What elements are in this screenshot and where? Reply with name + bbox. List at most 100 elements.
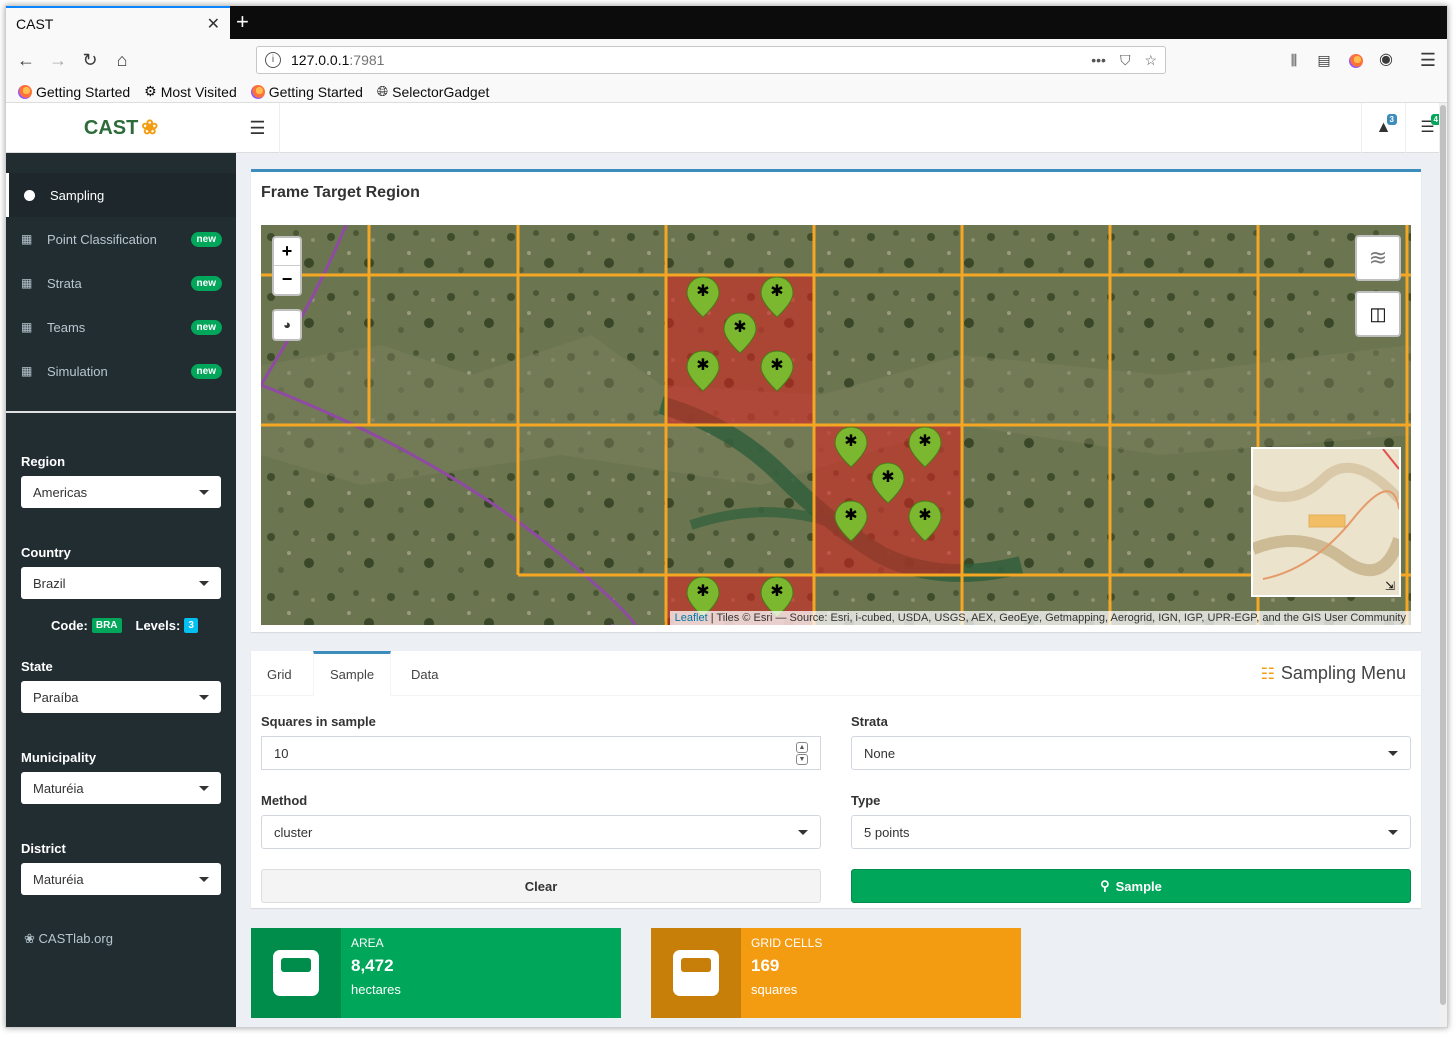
globe-icon: ◕ <box>283 317 291 332</box>
pocket-icon[interactable]: ⛉ <box>1120 52 1131 69</box>
bookmark-star-icon[interactable]: ☆ <box>1144 52 1157 69</box>
grid-cells-info-box: GRID CELLS 169 squares <box>651 928 1021 1018</box>
sidebar-item-sampling[interactable]: Sampling <box>6 173 236 217</box>
grid-icon: ▦ <box>21 232 33 246</box>
new-tab-icon[interactable]: + <box>236 10 249 34</box>
spin-down-icon[interactable]: ▼ <box>796 753 808 765</box>
url-bar[interactable]: i 127.0.0.1 :7981 ••• ⛉ ☆ <box>256 46 1166 74</box>
browser-navbar: ← → ↻ ⌂ i 127.0.0.1 :7981 ••• ⛉ ☆ ⫼ ▤ ◉ … <box>6 39 1447 81</box>
number-spinner[interactable]: ▲ ▼ <box>796 741 808 765</box>
scale-icon <box>651 928 741 1018</box>
svg-text:✱: ✱ <box>881 469 894 486</box>
type-select[interactable]: 5 points <box>851 815 1411 849</box>
levels-label: Levels: <box>135 618 181 633</box>
sidebar-item-point-classification[interactable]: ▦ Point Classification new <box>6 217 236 261</box>
sidebar-item-label: Point Classification <box>47 231 157 247</box>
bookmarks-bar: Getting Started ⚙ Most Visited Getting St… <box>6 81 1447 103</box>
sampling-menu-panel: Grid Sample Data ☷ Sampling Menu Squares… <box>251 651 1421 908</box>
app-logo: CAST ❀ <box>83 117 159 139</box>
bookmark-selectorgadget[interactable]: 🌐︎ SelectorGadget <box>377 83 490 100</box>
region-select[interactable]: Americas <box>21 476 221 508</box>
bookmark-label: Getting Started <box>36 83 131 100</box>
levels-badge: 3 <box>184 618 198 633</box>
caret-down-icon <box>199 694 209 700</box>
svg-text:✱: ✱ <box>844 433 857 450</box>
bookmark-getting-started[interactable]: Getting Started <box>18 84 130 100</box>
map[interactable]: ✱ ✱ ✱ ✱ ✱ ✱ ✱ ✱ ✱ ✱ ✱ ✱ + − ◕ ≋ ◫ ⇲ Leaf… <box>261 225 1411 625</box>
alerts-count-badge: 3 <box>1386 114 1397 125</box>
tab-sample[interactable]: Sample <box>313 651 392 696</box>
sidebar-toggle-button[interactable]: ☰ <box>236 103 280 153</box>
sliders-icon: ☷ <box>1260 665 1275 683</box>
grid-cells-label: GRID CELLS <box>751 936 823 950</box>
map-marker-icon: ⚲ <box>1100 878 1110 893</box>
caret-down-icon <box>1388 829 1398 835</box>
minimap-toggle-icon[interactable]: ⇲ <box>1385 579 1395 593</box>
layers-button[interactable]: ≋ <box>1355 235 1401 281</box>
sample-button-label: Sample <box>1115 878 1162 894</box>
state-select[interactable]: Paraíba <box>21 681 221 713</box>
strata-select[interactable]: None <box>851 736 1411 770</box>
tab-data[interactable]: Data <box>395 651 454 696</box>
globe-icon: 🌐︎ <box>376 83 389 99</box>
new-badge: new <box>190 363 222 379</box>
country-label: Country <box>21 545 71 560</box>
sidebar-divider <box>6 411 236 413</box>
sidebar-toggle-icon[interactable]: ▤ <box>1312 48 1336 72</box>
leaf-icon: ❀ <box>24 931 39 946</box>
forward-icon[interactable]: → <box>46 48 70 72</box>
bookmark-most-visited[interactable]: ⚙ Most Visited <box>144 83 237 100</box>
scrollbar-thumb[interactable] <box>1440 105 1446 1005</box>
layers-icon: ≋ <box>1368 245 1388 270</box>
tab-grid[interactable]: Grid <box>251 651 308 696</box>
reload-icon[interactable]: ↻ <box>78 48 102 72</box>
method-select[interactable]: cluster <box>261 815 821 849</box>
page-scrollbar[interactable] <box>1439 103 1447 1027</box>
globe-button[interactable]: ◕ <box>272 309 302 341</box>
app-logo-area[interactable]: CAST ❀ <box>6 103 236 153</box>
state-label: State <box>21 659 53 674</box>
code-badge: BRA <box>91 618 122 633</box>
new-badge: new <box>190 319 222 335</box>
municipality-select[interactable]: Maturéia <box>21 772 221 804</box>
account-icon[interactable]: ◉ <box>1374 48 1398 72</box>
extension-icon[interactable] <box>1344 48 1368 72</box>
zoom-in-button[interactable]: + <box>274 238 300 266</box>
leaflet-link[interactable]: Leaflet <box>675 612 708 624</box>
zoom-out-button[interactable]: − <box>274 266 300 294</box>
page-actions-icon[interactable]: ••• <box>1091 52 1106 69</box>
new-badge: new <box>190 275 222 291</box>
minimap[interactable]: ⇲ <box>1251 447 1401 597</box>
menu-icon[interactable]: ☰ <box>1416 48 1440 72</box>
new-badge: new <box>190 231 222 247</box>
caret-down-icon <box>798 829 808 835</box>
alerts-button[interactable]: ▲ 3 <box>1361 103 1405 153</box>
svg-text:✱: ✱ <box>696 283 709 300</box>
sample-button[interactable]: ⚲ Sample <box>851 869 1411 903</box>
site-info-icon[interactable]: i <box>265 52 281 68</box>
district-select[interactable]: Maturéia <box>21 863 221 895</box>
clear-button[interactable]: Clear <box>261 869 821 903</box>
bookmark-label: Most Visited <box>160 83 237 100</box>
spin-up-icon[interactable]: ▲ <box>796 741 808 753</box>
sidebar-item-strata[interactable]: ▦ Strata new <box>6 261 236 305</box>
fullscreen-button[interactable]: ◫ <box>1355 291 1401 337</box>
sidebar-item-simulation[interactable]: ▦ Simulation new <box>6 349 236 393</box>
country-select[interactable]: Brazil <box>21 567 221 599</box>
area-unit: hectares <box>351 982 401 997</box>
country-codes: Code: BRA Levels: 3 <box>51 618 198 633</box>
back-icon[interactable]: ← <box>14 48 38 72</box>
bookmark-label: SelectorGadget <box>392 83 490 100</box>
close-tab-icon[interactable]: ✕ <box>207 14 220 34</box>
squares-input[interactable]: 10 ▲ ▼ <box>261 736 821 770</box>
sidebar-item-label: Simulation <box>47 363 108 379</box>
home-icon[interactable]: ⌂ <box>110 48 134 72</box>
bookmark-getting-started-2[interactable]: Getting Started <box>250 84 363 100</box>
sidebar-item-teams[interactable]: ▦ Teams new <box>6 305 236 349</box>
tab-title: CAST <box>16 15 54 32</box>
library-icon[interactable]: ⫼ <box>1282 48 1306 72</box>
grid-icon: ▦ <box>21 364 33 378</box>
caret-down-icon <box>1388 750 1398 756</box>
browser-tab[interactable]: CAST ✕ <box>6 6 230 39</box>
castlab-link[interactable]: ❀ CASTlab.org <box>24 931 113 947</box>
